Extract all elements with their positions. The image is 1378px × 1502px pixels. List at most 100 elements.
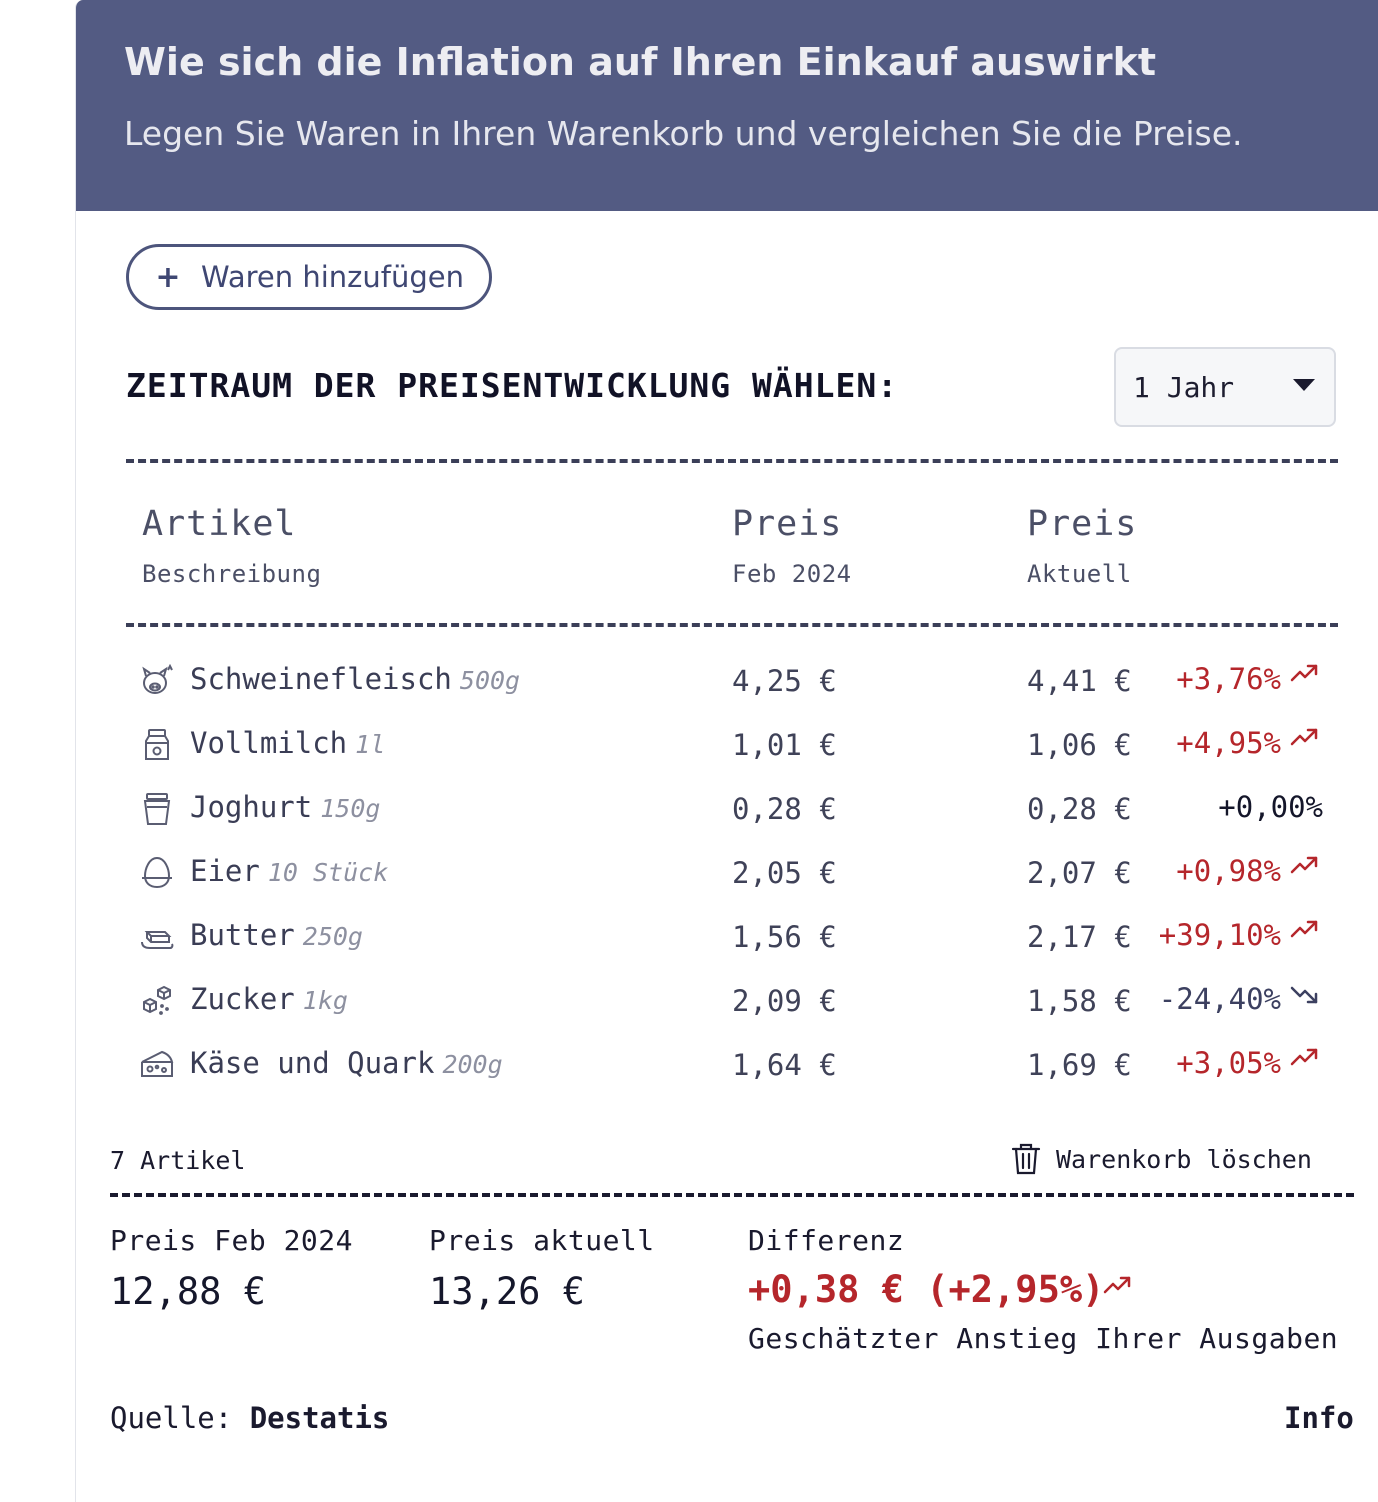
- yogurt-icon: [143, 793, 171, 825]
- item-name: Schweinefleisch 500g: [190, 662, 520, 696]
- item-count: 7 Artikel: [110, 1146, 246, 1175]
- column-subtitle: Beschreibung: [142, 560, 322, 588]
- price-change-percent: -24,40%: [1158, 982, 1281, 1016]
- price-change-percent: +3,05%: [1176, 1046, 1281, 1080]
- price-old: 1,01 €: [732, 728, 837, 762]
- total-old-label: Preis Feb 2024: [110, 1224, 354, 1257]
- page-subtitle: Legen Sie Waren in Ihren Warenkorb und v…: [124, 114, 1243, 153]
- item-name-text: Eier: [190, 854, 260, 888]
- item-quantity: 200g: [442, 1050, 503, 1079]
- item-name: Vollmilch 1l: [190, 726, 385, 760]
- price-change-percent: +3,76%: [1176, 662, 1281, 696]
- table-row: Zucker 1kg 2,09 € 1,58 € -24,40%: [76, 974, 1378, 1030]
- butter-icon: [141, 931, 174, 949]
- column-title: Artikel: [142, 504, 297, 544]
- item-quantity: 500g: [459, 666, 521, 695]
- price-old: 1,56 €: [732, 920, 837, 954]
- difference-label: Differenz: [748, 1224, 905, 1257]
- caret-down-icon: [1293, 379, 1315, 391]
- trend-up-icon: [1290, 664, 1318, 682]
- sugar-cubes-icon: [143, 985, 171, 1015]
- price-old: 0,28 €: [732, 792, 837, 826]
- trend-up-icon: [1290, 1048, 1318, 1066]
- table-row: Joghurt 150g 0,28 € 0,28 € +0,00%: [76, 782, 1378, 838]
- column-header-article: Artikel Beschreibung: [142, 504, 321, 588]
- inflation-calculator-card: Wie sich die Inflation auf Ihren Einkauf…: [75, 0, 1378, 1502]
- trend-up-icon: [1290, 920, 1318, 938]
- trend-up-icon: [1290, 856, 1318, 874]
- item-name: Eier 10 Stück: [190, 854, 388, 888]
- item-name: Butter 250g: [190, 918, 363, 952]
- column-title: Preis: [1027, 504, 1138, 544]
- item-name-text: Vollmilch: [190, 726, 348, 760]
- column-subtitle: Aktuell: [1027, 560, 1132, 588]
- card-header: Wie sich die Inflation auf Ihren Einkauf…: [76, 0, 1378, 211]
- divider: [126, 459, 1338, 463]
- item-name-text: Schweinefleisch: [190, 662, 452, 696]
- column-subtitle: Feb 2024: [732, 560, 852, 588]
- column-title: Preis: [732, 504, 843, 544]
- source-label: Quelle:: [110, 1401, 233, 1435]
- add-items-button[interactable]: + Waren hinzufügen: [126, 244, 492, 310]
- item-quantity: 250g: [302, 922, 363, 951]
- difference-value: +0,38 € (+2,95%): [748, 1268, 1104, 1311]
- price-now: 2,17 €: [1027, 920, 1132, 954]
- difference-value-text: +0,38 € (+2,95%): [748, 1268, 1105, 1311]
- trend-down-icon: [1290, 986, 1318, 1004]
- divider: [110, 1193, 1354, 1197]
- clear-cart-button[interactable]: Warenkorb löschen: [1010, 1142, 1312, 1176]
- page-title: Wie sich die Inflation auf Ihren Einkauf…: [124, 40, 1157, 84]
- item-name: Joghurt 150g: [190, 790, 380, 824]
- table-row: Butter 250g 1,56 € 2,17 € +39,10%: [76, 910, 1378, 966]
- price-old: 2,05 €: [732, 856, 837, 890]
- column-header-price-old: Preis Feb 2024: [732, 504, 852, 588]
- price-old: 4,25 €: [732, 664, 837, 698]
- price-change-percent: +0,98%: [1176, 854, 1281, 888]
- milk-bottle-icon: [145, 729, 169, 760]
- item-quantity: 1l: [355, 730, 386, 759]
- item-name-text: Butter: [190, 918, 295, 952]
- difference-note: Geschätzter Anstieg Ihrer Ausgaben: [748, 1322, 1339, 1355]
- item-name-text: Käse und Quark: [190, 1046, 435, 1080]
- period-select[interactable]: 1 Jahr: [1114, 347, 1336, 427]
- price-change-percent: +4,95%: [1176, 726, 1281, 760]
- price-change-percent: +0,00%: [1218, 790, 1323, 824]
- price-now: 0,28 €: [1027, 792, 1132, 826]
- item-quantity: 10 Stück: [267, 858, 389, 887]
- source-link[interactable]: Destatis: [250, 1401, 390, 1435]
- price-now: 1,06 €: [1027, 728, 1132, 762]
- price-now: 2,07 €: [1027, 856, 1132, 890]
- cheese-icon: [141, 1050, 174, 1077]
- total-now-label: Preis aktuell: [429, 1224, 655, 1257]
- trend-up-icon: [1290, 728, 1318, 746]
- price-now: 4,41 €: [1027, 664, 1132, 698]
- item-name: Käse und Quark 200g: [190, 1046, 503, 1080]
- price-old: 2,09 €: [732, 984, 837, 1018]
- plus-icon: +: [155, 259, 181, 295]
- table-row: Eier 10 Stück 2,05 € 2,07 € +0,98%: [76, 846, 1378, 902]
- total-old-value: 12,88 €: [110, 1270, 266, 1313]
- table-row: Schweinefleisch 500g 4,25 € 4,41 € +3,76%: [76, 654, 1378, 710]
- pig-icon: [142, 664, 173, 694]
- source-line: Quelle: Destatis: [110, 1401, 389, 1435]
- item-quantity: 1kg: [302, 986, 348, 1015]
- price-now: 1,69 €: [1027, 1048, 1132, 1082]
- clear-cart-label: Warenkorb löschen: [1056, 1144, 1312, 1174]
- item-quantity: 150g: [320, 794, 381, 823]
- item-name-text: Joghurt: [190, 790, 313, 824]
- item-name-text: Zucker: [190, 982, 295, 1016]
- info-link[interactable]: Info: [1284, 1401, 1354, 1435]
- egg-icon: [142, 856, 172, 889]
- table-row: Vollmilch 1l 1,01 € 1,06 € +4,95%: [76, 718, 1378, 774]
- total-now-value: 13,26 €: [429, 1270, 585, 1313]
- price-old: 1,64 €: [732, 1048, 837, 1082]
- price-now: 1,58 €: [1027, 984, 1132, 1018]
- column-header-price-now: Preis Aktuell: [1027, 504, 1137, 588]
- period-label: ZEITRAUM DER PREISENTWICKLUNG WÄHLEN:: [126, 366, 899, 405]
- trend-up-icon: [1103, 1276, 1131, 1294]
- period-selected-value: 1 Jahr: [1133, 371, 1235, 404]
- add-items-label: Waren hinzufügen: [201, 260, 464, 294]
- divider: [126, 623, 1338, 627]
- trash-icon: [1011, 1143, 1041, 1175]
- item-name: Zucker 1kg: [190, 982, 348, 1016]
